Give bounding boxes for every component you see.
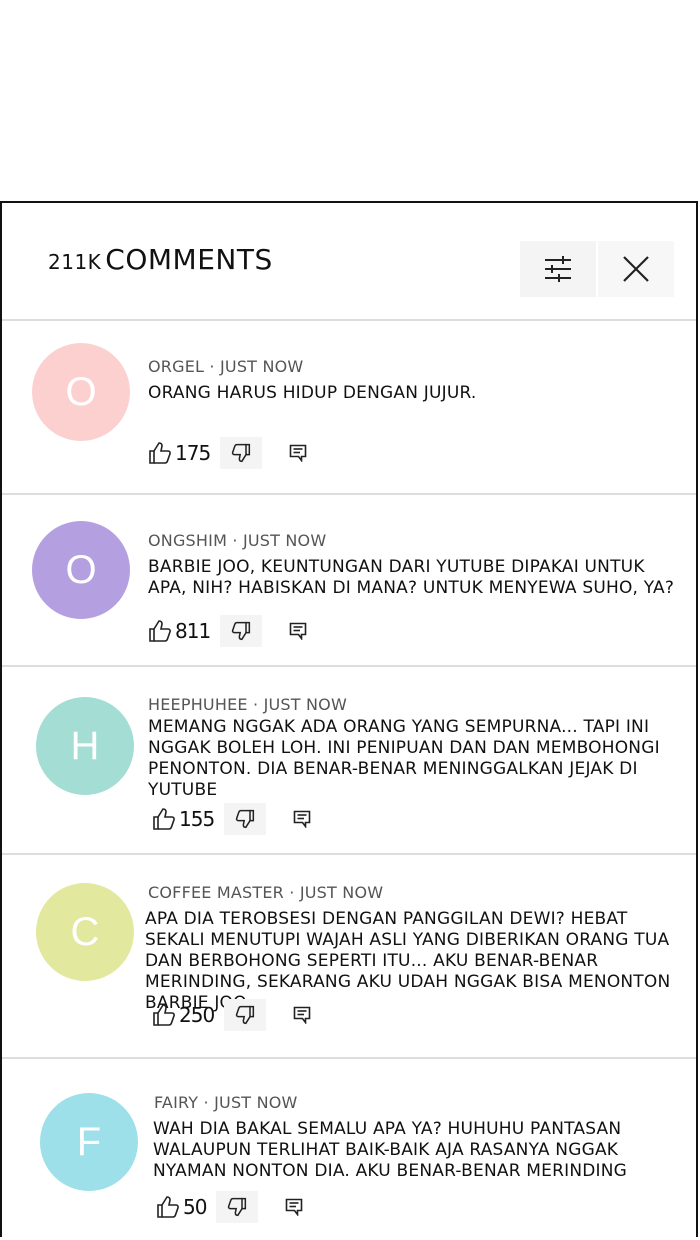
like-button[interactable]: 175 xyxy=(148,441,211,465)
comment-icon xyxy=(286,1198,303,1216)
reply-button[interactable] xyxy=(282,803,322,835)
thumbs-down-icon xyxy=(236,1005,255,1025)
thumbs-up-icon xyxy=(157,1196,179,1218)
comments-title: 211K COMMENTS xyxy=(48,243,273,276)
comment-text: WAH DIA BAKAL SEMALU APA YA? HUHUHU PANT… xyxy=(153,1119,628,1181)
dislike-button[interactable] xyxy=(224,999,267,1031)
close-button[interactable] xyxy=(598,241,674,297)
like-count: 175 xyxy=(175,441,211,465)
comment-meta: HEEPHUHEE · JUST NOW xyxy=(148,695,347,714)
like-button[interactable]: 50 xyxy=(156,1195,207,1219)
thumbs-up-icon xyxy=(153,808,175,830)
comment-icon xyxy=(293,1006,311,1024)
comments-header: 211K COMMENTS xyxy=(2,203,696,321)
thumbs-up-icon xyxy=(149,620,171,642)
like-button[interactable]: 250 xyxy=(152,1003,215,1027)
thumbs-down-icon xyxy=(236,809,255,829)
like-count: 155 xyxy=(179,807,215,831)
comment-actions: 155 xyxy=(152,803,322,835)
avatar[interactable]: H xyxy=(36,697,134,795)
comment-author[interactable]: HEEPHUHEE xyxy=(148,695,248,714)
comment-item: F FAIRY · JUST NOW WAH DIA BAKAL SEMALU … xyxy=(2,1059,696,1239)
comment-count: 211K xyxy=(48,250,102,274)
like-button[interactable]: 811 xyxy=(148,619,211,643)
comment-text: ORANG HARUS HIDUP DENGAN JUJUR. xyxy=(148,383,477,403)
comment-actions: 50 xyxy=(156,1191,314,1223)
comment-author[interactable]: COFFEE MASTER xyxy=(148,883,284,902)
comment-meta: COFFEE MASTER · JUST NOW xyxy=(148,883,384,902)
like-button[interactable]: 155 xyxy=(152,807,215,831)
comment-meta: ONGSHIM · JUST NOW xyxy=(148,531,327,550)
dislike-button[interactable] xyxy=(220,615,263,647)
comment-actions: 811 xyxy=(148,615,318,647)
avatar[interactable]: C xyxy=(36,883,134,981)
sort-filter-button[interactable] xyxy=(520,241,596,297)
comment-icon xyxy=(293,810,311,828)
reply-button[interactable] xyxy=(278,615,318,647)
comment-author[interactable]: FAIRY xyxy=(154,1093,198,1112)
thumbs-down-icon xyxy=(232,621,251,641)
avatar-initial: H xyxy=(70,723,100,768)
comment-author[interactable]: ONGSHIM xyxy=(148,531,227,550)
comment-time: JUST NOW xyxy=(242,531,327,550)
comment-time: JUST NOW xyxy=(214,1093,298,1112)
thumbs-down-icon xyxy=(228,1197,247,1217)
comments-label: COMMENTS xyxy=(105,243,273,276)
comment-icon xyxy=(289,622,307,640)
comment-meta: FAIRY · JUST NOW xyxy=(154,1093,298,1112)
comment-text: MEMANG NGGAK ADA ORANG YANG SEMPURNA... … xyxy=(148,717,660,800)
dislike-button[interactable] xyxy=(224,803,267,835)
comment-time: JUST NOW xyxy=(263,695,347,714)
comment-item: O ONGSHIM · JUST NOW BARBIE JOO, KEUNTUN… xyxy=(2,495,696,667)
reply-button[interactable] xyxy=(278,437,318,469)
comment-actions: 175 xyxy=(148,437,318,469)
comment-text: BARBIE JOO, KEUNTUNGAN DARI YUTUBE DIPAK… xyxy=(148,557,675,598)
comment-time: JUST NOW xyxy=(299,883,384,902)
comment-icon xyxy=(289,444,307,462)
comment-meta: ORGEL · JUST NOW xyxy=(148,357,304,376)
reply-button[interactable] xyxy=(282,999,322,1031)
reply-button[interactable] xyxy=(274,1191,314,1223)
avatar-initial: C xyxy=(70,909,100,954)
avatar-initial: O xyxy=(65,547,97,592)
avatar[interactable]: F xyxy=(40,1093,138,1191)
avatar-initial: O xyxy=(65,369,97,414)
comments-panel: 211K COMMENTS O ORGEL · JUST NOW ORANG HA… xyxy=(0,201,698,1237)
like-count: 50 xyxy=(183,1195,207,1219)
thumbs-up-icon xyxy=(149,442,171,464)
comment-author[interactable]: ORGEL xyxy=(148,357,204,376)
close-icon xyxy=(623,256,649,282)
thumbs-down-icon xyxy=(232,443,251,463)
avatar[interactable]: O xyxy=(32,521,130,619)
dislike-button[interactable] xyxy=(216,1191,259,1223)
comment-item: O ORGEL · JUST NOW ORANG HARUS HIDUP DEN… xyxy=(2,321,696,495)
sliders-icon xyxy=(545,256,571,282)
avatar-initial: F xyxy=(76,1119,102,1164)
comment-actions: 250 xyxy=(152,999,322,1031)
avatar[interactable]: O xyxy=(32,343,130,441)
like-count: 250 xyxy=(179,1003,215,1027)
thumbs-up-icon xyxy=(153,1004,175,1026)
comment-item: C COFFEE MASTER · JUST NOW APA DIA TEROB… xyxy=(2,855,696,1059)
comment-item: H HEEPHUHEE · JUST NOW MEMANG NGGAK ADA … xyxy=(2,667,696,855)
comment-time: JUST NOW xyxy=(220,357,304,376)
like-count: 811 xyxy=(175,619,211,643)
dislike-button[interactable] xyxy=(220,437,263,469)
